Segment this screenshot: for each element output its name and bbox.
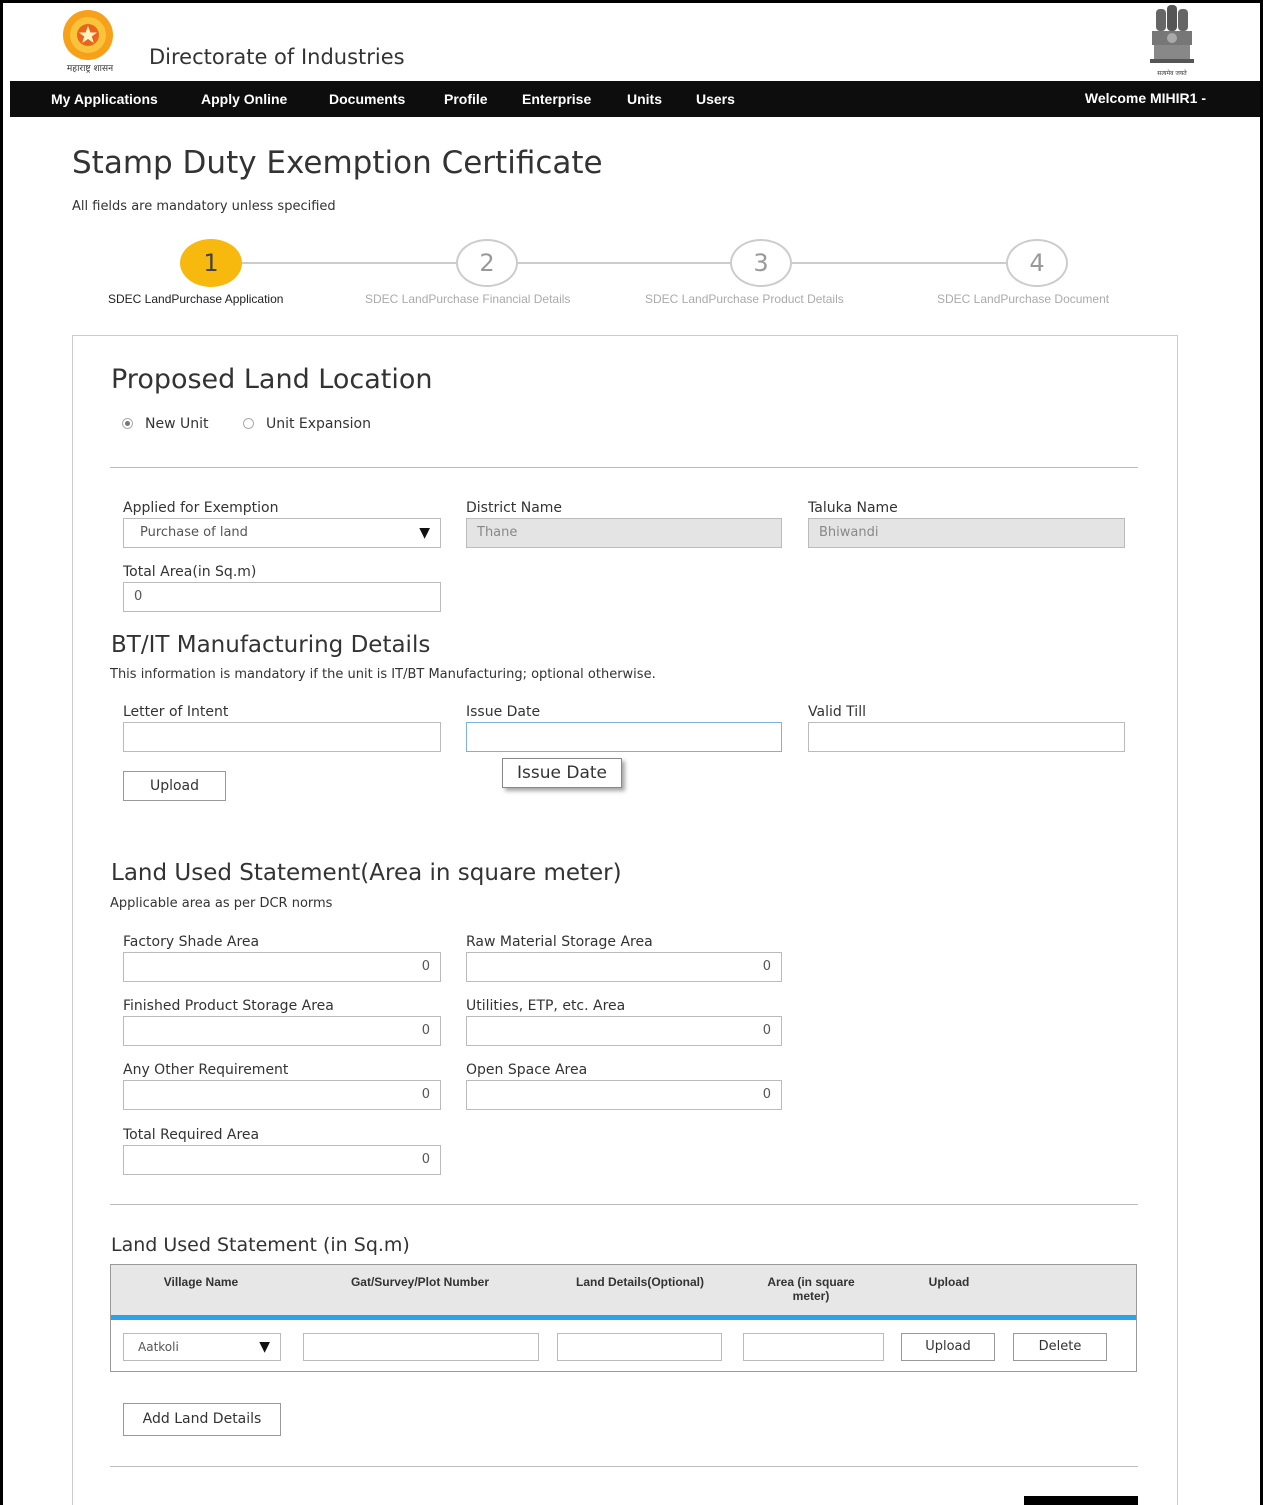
issue-date-input[interactable] <box>466 722 782 752</box>
maharashtra-seal-icon <box>63 10 113 60</box>
land-used-note: Applicable area as per DCR norms <box>110 896 333 911</box>
open-space-label: Open Space Area <box>466 1062 588 1078</box>
divider <box>110 1204 1138 1205</box>
dropdown-arrow-icon: ▼ <box>419 525 430 541</box>
wizard-connector <box>518 262 730 264</box>
factory-area-label: Factory Shade Area <box>123 934 260 950</box>
applied-exemption-label: Applied for Exemption <box>123 500 279 516</box>
taluka-field: Bhiwandi <box>808 518 1125 548</box>
mandatory-note: All fields are mandatory unless specifie… <box>72 199 336 214</box>
valid-till-label: Valid Till <box>808 704 866 720</box>
loi-label: Letter of Intent <box>123 704 229 720</box>
district-field: Thane <box>466 518 782 548</box>
district-label: District Name <box>466 500 563 516</box>
wizard-step-4-label: SDEC LandPurchase Document <box>937 292 1110 306</box>
wizard-connector <box>792 262 1006 264</box>
wizard-step-3-label: SDEC LandPurchase Product Details <box>645 292 844 306</box>
col-village-name: Village Name <box>163 1275 239 1289</box>
total-required-input: 0 <box>123 1145 441 1175</box>
applied-exemption-select[interactable]: Purchase of land ▼ <box>123 518 441 548</box>
row-upload-button[interactable]: Upload <box>901 1333 995 1361</box>
factory-area-input[interactable]: 0 <box>123 952 441 982</box>
total-area-label: Total Area(in Sq.m) <box>123 564 257 580</box>
wizard-step-4[interactable]: 4 <box>1006 239 1068 287</box>
row-delete-button[interactable]: Delete <box>1013 1333 1107 1361</box>
utilities-label: Utilities, ETP, etc. Area <box>466 998 626 1014</box>
ashoka-emblem-icon <box>1150 5 1194 63</box>
nav-enterprise[interactable]: Enterprise <box>522 91 591 107</box>
maharashtra-logo[interactable]: महाराष्ट्र शासन <box>50 7 130 74</box>
nav-documents[interactable]: Documents <box>329 91 405 107</box>
wizard-connector <box>242 262 456 264</box>
section-heading-location: Proposed Land Location <box>111 364 433 395</box>
next-button[interactable] <box>1024 1496 1138 1505</box>
radio-checked-icon <box>122 418 133 429</box>
wizard-step-2-label: SDEC LandPurchase Financial Details <box>365 292 571 306</box>
finished-product-label: Finished Product Storage Area <box>123 998 334 1014</box>
valid-till-input[interactable] <box>808 722 1125 752</box>
loi-input[interactable] <box>123 722 441 752</box>
open-space-input[interactable]: 0 <box>466 1080 782 1110</box>
user-menu-dropdown[interactable]: Welcome MIHIR1 - <box>1085 90 1206 106</box>
land-details-table: Village Name Gat/Survey/Plot Number Land… <box>110 1264 1137 1372</box>
main-navbar: My Applications Apply Online Documents P… <box>10 81 1260 117</box>
total-required-label: Total Required Area <box>123 1127 260 1143</box>
other-requirement-input[interactable]: 0 <box>123 1080 441 1110</box>
page-title: Stamp Duty Exemption Certificate <box>72 145 603 181</box>
divider <box>110 467 1138 468</box>
table-header-accent <box>111 1315 1136 1320</box>
utilities-input[interactable]: 0 <box>466 1016 782 1046</box>
unit-type-radio-group: New Unit Unit Expansion <box>122 416 371 432</box>
nav-profile[interactable]: Profile <box>444 91 488 107</box>
wizard-step-2[interactable]: 2 <box>456 239 518 287</box>
nav-units[interactable]: Units <box>627 91 662 107</box>
total-area-input[interactable]: 0 <box>123 582 441 612</box>
taluka-label: Taluka Name <box>808 500 898 516</box>
gat-survey-input[interactable] <box>303 1333 539 1361</box>
nav-users[interactable]: Users <box>696 91 735 107</box>
wizard-step-1[interactable]: 1 <box>180 239 242 287</box>
finished-product-input[interactable]: 0 <box>123 1016 441 1046</box>
section-heading-btit: BT/IT Manufacturing Details <box>111 632 431 658</box>
issue-date-tooltip: Issue Date <box>502 758 622 788</box>
site-header: महाराष्ट्र शासन Directorate of Industrie… <box>10 3 1250 81</box>
wizard-step-3[interactable]: 3 <box>730 239 792 287</box>
col-area: Area (in square meter) <box>767 1275 855 1303</box>
upload-loi-button[interactable]: Upload <box>123 771 226 801</box>
section-heading-land-used: Land Used Statement(Area in square meter… <box>111 860 622 886</box>
radio-unit-expansion[interactable]: Unit Expansion <box>242 416 371 432</box>
col-upload: Upload <box>928 1275 970 1289</box>
raw-material-input[interactable]: 0 <box>466 952 782 982</box>
divider <box>110 1466 1138 1467</box>
raw-material-label: Raw Material Storage Area <box>466 934 653 950</box>
add-land-details-button[interactable]: Add Land Details <box>123 1403 281 1436</box>
site-title[interactable]: Directorate of Industries <box>149 45 405 69</box>
col-land-details: Land Details(Optional) <box>575 1275 704 1289</box>
nav-apply-online[interactable]: Apply Online <box>201 91 287 107</box>
col-gat-survey: Gat/Survey/Plot Number <box>350 1275 490 1289</box>
section-heading-land-table: Land Used Statement (in Sq.m) <box>111 1234 410 1256</box>
area-input[interactable] <box>743 1333 884 1361</box>
other-requirement-label: Any Other Requirement <box>123 1062 289 1078</box>
village-select[interactable]: Aatkoli ▼ <box>123 1333 281 1361</box>
table-header: Village Name Gat/Survey/Plot Number Land… <box>111 1265 1136 1320</box>
nav-my-applications[interactable]: My Applications <box>51 91 158 107</box>
land-details-input[interactable] <box>557 1333 722 1361</box>
radio-unchecked-icon <box>242 418 254 429</box>
emblem-motto: सत्यमेव जयते <box>1157 70 1187 77</box>
national-emblem: सत्यमेव जयते <box>1142 3 1202 79</box>
wizard-step-1-label: SDEC LandPurchase Application <box>108 292 284 306</box>
dropdown-arrow-icon: ▼ <box>259 1339 270 1355</box>
radio-new-unit[interactable]: New Unit <box>122 416 209 432</box>
issue-date-label: Issue Date <box>466 704 541 720</box>
btit-note: This information is mandatory if the uni… <box>110 667 656 682</box>
logo-text: महाराष्ट्र शासन <box>66 64 114 74</box>
